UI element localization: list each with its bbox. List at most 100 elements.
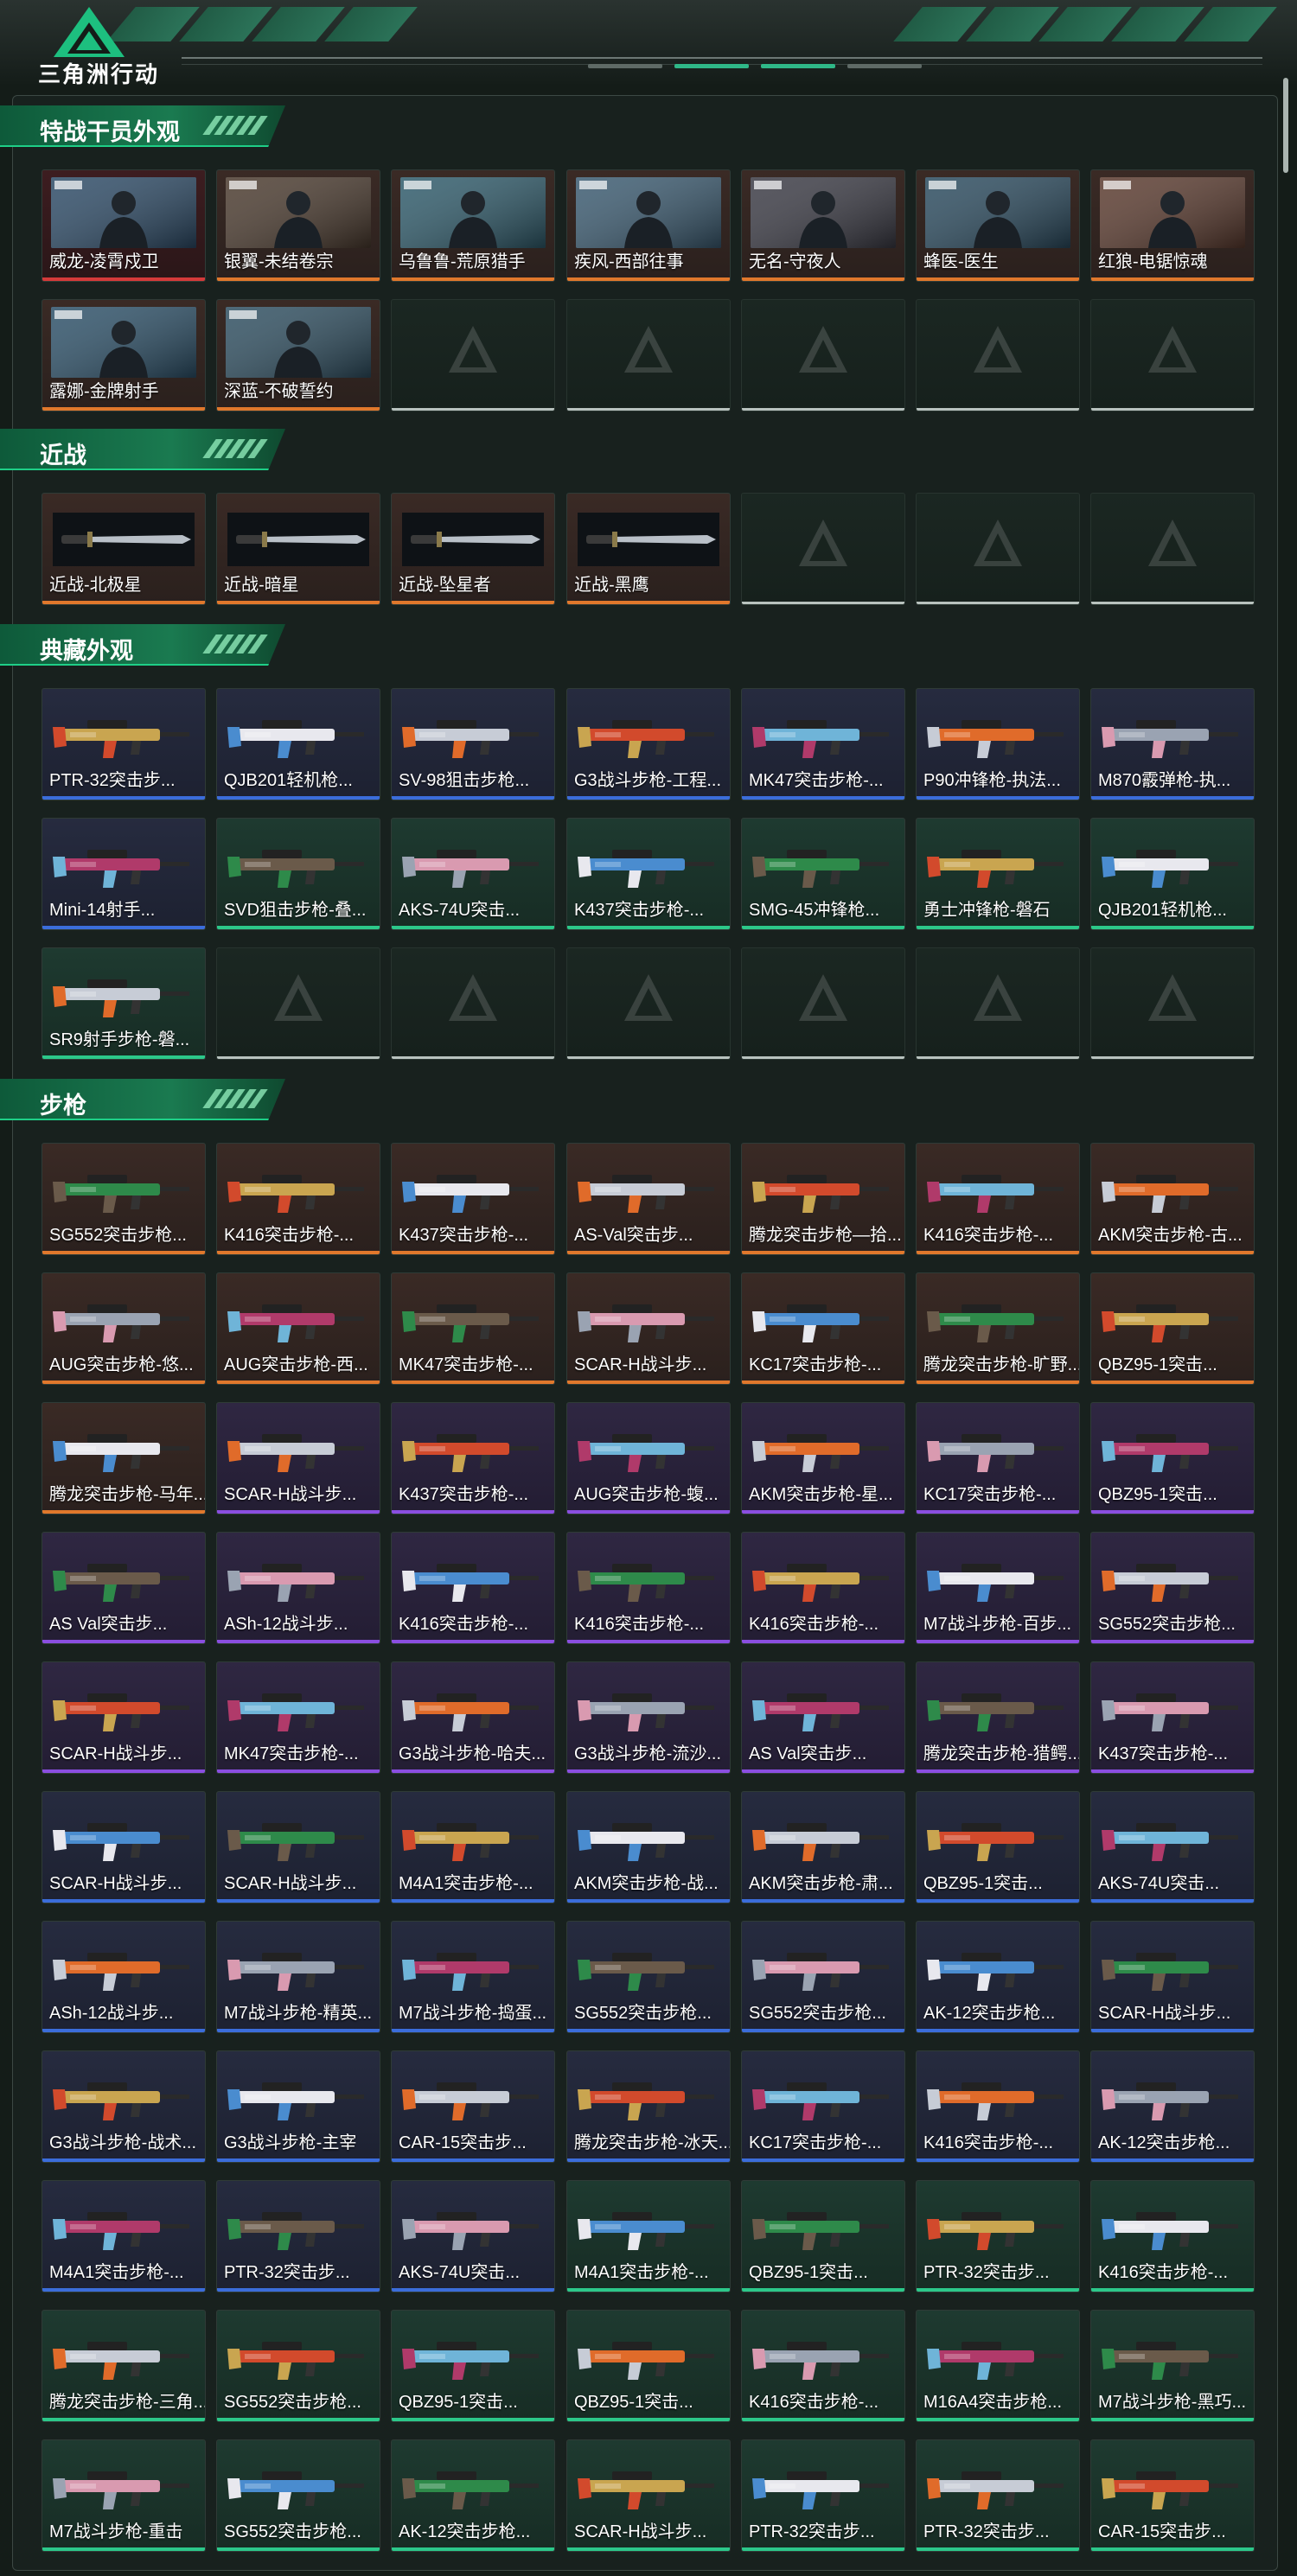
- skin-card[interactable]: QBZ95-1突击...: [391, 2310, 555, 2422]
- skin-card[interactable]: G3战斗步枪-流沙...: [566, 1661, 731, 1774]
- skin-card[interactable]: M16A4突击步枪...: [916, 2310, 1080, 2422]
- skin-card[interactable]: AKS-74U突击...: [391, 2180, 555, 2292]
- skin-card[interactable]: K416突击步枪-...: [741, 2310, 905, 2422]
- skin-card[interactable]: AK-12突击步枪...: [916, 1921, 1080, 2033]
- skin-card[interactable]: M7战斗步枪-黑巧...: [1090, 2310, 1255, 2422]
- skin-card[interactable]: SCAR-H战斗步...: [42, 1661, 206, 1774]
- skin-card[interactable]: G3战斗步枪-主宰: [216, 2050, 380, 2163]
- skin-card[interactable]: AK-12突击步枪...: [391, 2439, 555, 2552]
- skin-card[interactable]: 露娜-金牌射手: [42, 299, 206, 411]
- skin-card[interactable]: AKM突击步枪-古...: [1090, 1143, 1255, 1255]
- skin-card[interactable]: KC17突击步枪-...: [916, 1402, 1080, 1514]
- skin-card[interactable]: CAR-15突击步...: [1090, 2439, 1255, 2552]
- skin-card[interactable]: 近战-坠星者: [391, 493, 555, 605]
- skin-card[interactable]: 疾风-西部往事: [566, 169, 731, 282]
- skin-card[interactable]: PTR-32突击步...: [916, 2439, 1080, 2552]
- skin-card[interactable]: SCAR-H战斗步...: [566, 1272, 731, 1385]
- skin-card[interactable]: K416突击步枪-...: [391, 1532, 555, 1644]
- skin-card[interactable]: 腾龙突击步枪-旷野...: [916, 1272, 1080, 1385]
- skin-card[interactable]: QBZ95-1突击...: [1090, 1402, 1255, 1514]
- skin-card[interactable]: MK47突击步枪-...: [741, 688, 905, 800]
- skin-card[interactable]: K437突击步枪-...: [391, 1402, 555, 1514]
- skin-card[interactable]: AKS-74U突击...: [1090, 1791, 1255, 1903]
- skin-card[interactable]: 腾龙突击步枪-三角...: [42, 2310, 206, 2422]
- skin-card[interactable]: 威龙-凌霄戍卫: [42, 169, 206, 282]
- skin-card[interactable]: 腾龙突击步枪-马年...: [42, 1402, 206, 1514]
- skin-card[interactable]: PTR-32突击步...: [216, 2180, 380, 2292]
- skin-card[interactable]: M7战斗步枪-百步...: [916, 1532, 1080, 1644]
- skin-card[interactable]: AUG突击步枪-西...: [216, 1272, 380, 1385]
- skin-card[interactable]: SCAR-H战斗步...: [566, 2439, 731, 2552]
- skin-card[interactable]: SG552突击步枪...: [741, 1921, 905, 2033]
- skin-card[interactable]: SVD狙击步枪-叠...: [216, 818, 380, 930]
- skin-card[interactable]: 近战-暗星: [216, 493, 380, 605]
- skin-card[interactable]: 腾龙突击步枪-猎鳄...: [916, 1661, 1080, 1774]
- skin-card[interactable]: K416突击步枪-...: [566, 1532, 731, 1644]
- skin-card[interactable]: AS-Val突击步...: [566, 1143, 731, 1255]
- skin-card[interactable]: ASh-12战斗步...: [216, 1532, 380, 1644]
- skin-card[interactable]: PTR-32突击步...: [916, 2180, 1080, 2292]
- skin-card[interactable]: SCAR-H战斗步...: [216, 1791, 380, 1903]
- skin-card[interactable]: QJB201轻机枪...: [1090, 818, 1255, 930]
- skin-card[interactable]: SG552突击步枪...: [216, 2310, 380, 2422]
- skin-card[interactable]: AUG突击步枪-蝮...: [566, 1402, 731, 1514]
- skin-card[interactable]: M7战斗步枪-捣蛋...: [391, 1921, 555, 2033]
- skin-card[interactable]: ASh-12战斗步...: [42, 1921, 206, 2033]
- skin-card[interactable]: AK-12突击步枪...: [1090, 2050, 1255, 2163]
- skin-card[interactable]: 无名-守夜人: [741, 169, 905, 282]
- skin-card[interactable]: G3战斗步枪-哈夫...: [391, 1661, 555, 1774]
- skin-card[interactable]: QBZ95-1突击...: [566, 2310, 731, 2422]
- skin-card[interactable]: AKM突击步枪-战...: [566, 1791, 731, 1903]
- skin-card[interactable]: SG552突击步枪...: [216, 2439, 380, 2552]
- skin-card[interactable]: 银翼-未结卷宗: [216, 169, 380, 282]
- skin-card[interactable]: AS Val突击步...: [741, 1661, 905, 1774]
- skin-card[interactable]: AUG突击步枪-悠...: [42, 1272, 206, 1385]
- skin-card[interactable]: Mini-14射手...: [42, 818, 206, 930]
- skin-card[interactable]: M4A1突击步枪-...: [391, 1791, 555, 1903]
- skin-card[interactable]: K437突击步枪-...: [1090, 1661, 1255, 1774]
- skin-card[interactable]: 近战-黑鹰: [566, 493, 731, 605]
- skin-card[interactable]: SCAR-H战斗步...: [1090, 1921, 1255, 2033]
- skin-card[interactable]: K416突击步枪-...: [741, 1532, 905, 1644]
- skin-card[interactable]: MK47突击步枪-...: [391, 1272, 555, 1385]
- skin-card[interactable]: K416突击步枪-...: [916, 1143, 1080, 1255]
- skin-card[interactable]: K437突击步枪-...: [566, 818, 731, 930]
- skin-card[interactable]: 腾龙突击步枪—拾...: [741, 1143, 905, 1255]
- skin-card[interactable]: P90冲锋枪-执法...: [916, 688, 1080, 800]
- skin-card[interactable]: 红狼-电锯惊魂: [1090, 169, 1255, 282]
- skin-card[interactable]: QBZ95-1突击...: [1090, 1272, 1255, 1385]
- skin-card[interactable]: AKM突击步枪-星...: [741, 1402, 905, 1514]
- skin-card[interactable]: QBZ95-1突击...: [916, 1791, 1080, 1903]
- skin-card[interactable]: K416突击步枪-...: [916, 2050, 1080, 2163]
- skin-card[interactable]: 乌鲁鲁-荒原猎手: [391, 169, 555, 282]
- skin-card[interactable]: SCAR-H战斗步...: [42, 1791, 206, 1903]
- skin-card[interactable]: M4A1突击步枪-...: [566, 2180, 731, 2292]
- skin-card[interactable]: SG552突击步枪...: [1090, 1532, 1255, 1644]
- skin-card[interactable]: SV-98狙击步枪...: [391, 688, 555, 800]
- skin-card[interactable]: 近战-北极星: [42, 493, 206, 605]
- skin-card[interactable]: K416突击步枪-...: [216, 1143, 380, 1255]
- skin-card[interactable]: 深蓝-不破誓约: [216, 299, 380, 411]
- skin-card[interactable]: 勇士冲锋枪-磐石: [916, 818, 1080, 930]
- skin-card[interactable]: CAR-15突击步...: [391, 2050, 555, 2163]
- skin-card[interactable]: AKS-74U突击...: [391, 818, 555, 930]
- skin-card[interactable]: PTR-32突击步...: [741, 2439, 905, 2552]
- skin-card[interactable]: K437突击步枪-...: [391, 1143, 555, 1255]
- skin-card[interactable]: SMG-45冲锋枪...: [741, 818, 905, 930]
- skin-card[interactable]: SG552突击步枪...: [566, 1921, 731, 2033]
- skin-card[interactable]: KC17突击步枪-...: [741, 1272, 905, 1385]
- skin-card[interactable]: M7战斗步枪-重击: [42, 2439, 206, 2552]
- skin-card[interactable]: SCAR-H战斗步...: [216, 1402, 380, 1514]
- skin-card[interactable]: 蜂医-医生: [916, 169, 1080, 282]
- skin-card[interactable]: SR9射手步枪-磐...: [42, 947, 206, 1060]
- skin-card[interactable]: K416突击步枪-...: [1090, 2180, 1255, 2292]
- skin-card[interactable]: M7战斗步枪-精英...: [216, 1921, 380, 2033]
- scrollbar-thumb[interactable]: [1283, 78, 1288, 173]
- skin-card[interactable]: QBZ95-1突击...: [741, 2180, 905, 2292]
- skin-card[interactable]: AS Val突击步...: [42, 1532, 206, 1644]
- skin-card[interactable]: AKM突击步枪-肃...: [741, 1791, 905, 1903]
- skin-card[interactable]: G3战斗步枪-战术...: [42, 2050, 206, 2163]
- skin-card[interactable]: KC17突击步枪-...: [741, 2050, 905, 2163]
- skin-card[interactable]: G3战斗步枪-工程...: [566, 688, 731, 800]
- skin-card[interactable]: MK47突击步枪-...: [216, 1661, 380, 1774]
